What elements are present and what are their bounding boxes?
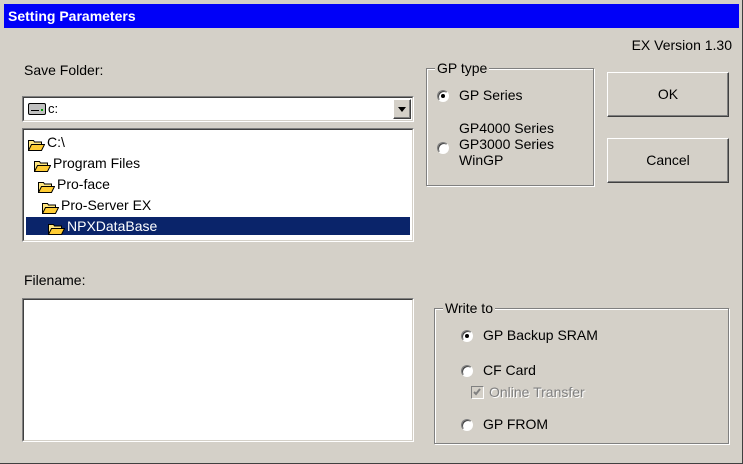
radio-cf-card[interactable] [461,365,473,377]
wingp-label: WinGP [459,152,504,168]
tree-item-program-files[interactable]: Program Files [33,154,140,173]
gp-type-group: GP type GP Series GP4000 Series GP3000 S… [426,60,594,186]
folder-open-icon [27,137,46,152]
drive-value: c: [48,101,59,116]
folder-open-icon [41,200,60,215]
gp-from-label: GP FROM [483,416,549,432]
drive-dropdown-button[interactable] [393,99,411,119]
drive-icon [28,103,46,115]
cf-card-label: CF Card [483,362,536,378]
gp-backup-sram-label: GP Backup SRAM [483,327,598,343]
cancel-button[interactable]: Cancel [607,138,729,183]
online-transfer-label: Online Transfer [489,384,585,400]
folder-open-icon [47,221,66,236]
gp4000-label: GP4000 Series [459,120,554,136]
tree-item-npxdatabase[interactable]: NPXDataBase [26,217,410,236]
folder-open-icon [33,158,52,173]
folder-open-icon [37,179,56,194]
save-folder-label: Save Folder: [24,62,104,78]
gp-type-title: GP type [435,60,490,76]
drive-select[interactable]: c: [22,96,414,122]
tree-item-pro-face[interactable]: Pro-face [37,175,110,194]
radio-gp-backup-sram[interactable] [461,330,473,342]
gp-series-label: GP Series [459,87,523,103]
tree-item-pro-server-ex[interactable]: Pro-Server EX [41,196,151,215]
window-title: Setting Parameters [8,8,136,24]
ok-button[interactable]: OK [607,72,729,117]
setting-parameters-dialog: Setting Parameters EX Version 1.30 Save … [0,0,743,464]
online-transfer-checkbox[interactable] [471,386,484,399]
radio-gp-from[interactable] [461,419,473,431]
tree-item-c-root[interactable]: C:\ [27,133,65,152]
filename-label: Filename: [24,272,86,288]
radio-gp-series[interactable] [437,90,449,102]
version-label: EX Version 1.30 [631,37,732,53]
write-to-title: Write to [443,300,495,316]
checkmark-icon [473,388,481,396]
chevron-down-icon [398,107,406,112]
title-bar[interactable]: Setting Parameters [4,4,739,28]
gp3000-label: GP3000 Series [459,136,554,152]
write-to-group: Write to GP Backup SRAM CF Card Online T… [434,300,729,444]
filename-input[interactable] [22,298,414,442]
radio-gp4000-gp3000-wingp[interactable] [437,142,449,154]
folder-tree[interactable]: C:\ Program Files Pro-face Pro-Server EX [22,128,414,242]
